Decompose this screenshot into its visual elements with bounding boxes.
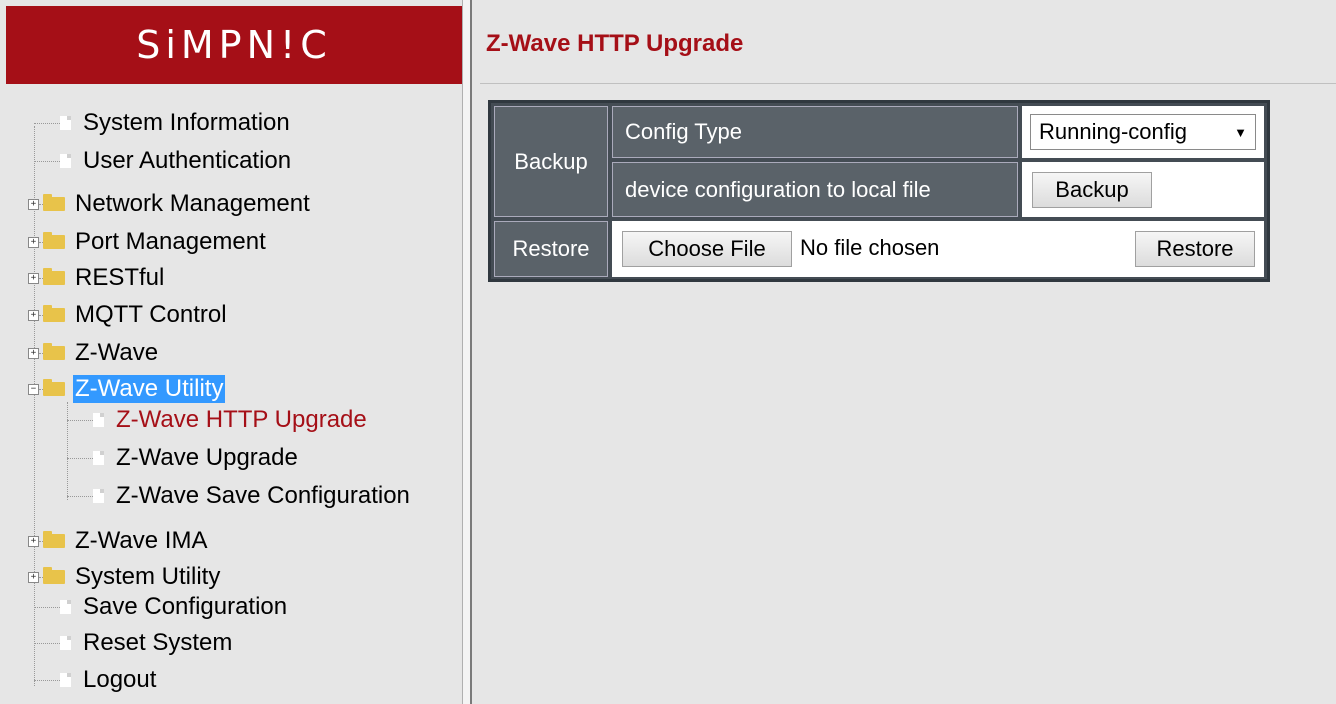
sidebar-item-z-wave-save-configuration[interactable]: Z-Wave Save Configuration [67, 480, 412, 512]
folder-icon [43, 343, 65, 360]
restore-row-header: Restore [494, 221, 608, 277]
page-icon [60, 673, 71, 687]
sidebar-item-label: RESTful [75, 264, 165, 291]
backup-destination-cell: device configuration to local file [612, 162, 1018, 217]
sidebar-item-label: Z-Wave Utility [73, 375, 226, 403]
sidebar-item-label: User Authentication [83, 147, 292, 174]
sidebar-item-mqtt-control[interactable]: + MQTT Control [28, 299, 229, 331]
sidebar-item-reset-system[interactable]: Reset System [34, 627, 234, 659]
main-content: Z-Wave HTTP Upgrade Backup Config Type R… [472, 0, 1336, 704]
restore-button[interactable]: Restore [1135, 231, 1255, 267]
expand-icon[interactable]: + [28, 198, 39, 210]
sidebar-item-label: MQTT Control [75, 301, 227, 328]
restore-label: Restore [512, 236, 590, 261]
collapse-icon[interactable]: − [28, 383, 39, 395]
backup-button[interactable]: Backup [1032, 172, 1152, 208]
expand-icon[interactable]: + [28, 347, 39, 359]
page-icon [60, 636, 71, 650]
expand-icon[interactable]: + [28, 272, 39, 284]
sidebar-item-label: Network Management [75, 190, 310, 217]
backup-label: Backup [514, 148, 588, 174]
config-type-selected: Running-config [1039, 119, 1187, 144]
dropdown-arrow-icon: ▼ [1234, 124, 1247, 140]
folder-icon [43, 305, 65, 322]
sidebar-item-label: System Information [83, 109, 290, 136]
sidebar-item-restful[interactable]: + RESTful [28, 262, 166, 294]
sidebar-item-system-information[interactable]: System Information [34, 107, 292, 139]
sidebar-item-label: Z-Wave Upgrade [116, 444, 298, 471]
page-title: Z-Wave HTTP Upgrade [486, 30, 744, 57]
expand-icon[interactable]: + [28, 535, 39, 547]
folder-icon [43, 194, 65, 211]
folder-icon [43, 567, 65, 584]
restore-controls-cell: Choose File No file chosen Restore [612, 221, 1264, 277]
expand-icon[interactable]: + [28, 236, 39, 248]
file-status-text: No file chosen [800, 235, 940, 260]
sidebar-item-z-wave[interactable]: + Z-Wave [28, 337, 160, 369]
expand-icon[interactable]: + [28, 571, 39, 583]
page-icon [60, 154, 71, 168]
sidebar-item-label: Z-Wave Save Configuration [116, 482, 410, 509]
page-icon [60, 116, 71, 130]
sidebar-item-z-wave-utility[interactable]: − Z-Wave Utility [28, 373, 226, 405]
page-icon [93, 451, 104, 465]
backup-row-header: Backup [494, 106, 608, 217]
upgrade-table: Backup Config Type Running-config ▼ devi… [488, 100, 1270, 282]
folder-icon [43, 531, 65, 548]
frame-divider[interactable] [462, 0, 472, 704]
sidebar-item-label: Port Management [75, 228, 266, 255]
sidebar-item-z-wave-http-upgrade[interactable]: Z-Wave HTTP Upgrade [67, 404, 369, 436]
sidebar-item-label: Z-Wave HTTP Upgrade [116, 406, 367, 433]
sidebar-item-label: System Utility [75, 563, 221, 590]
sidebar-item-label: Z-Wave [75, 339, 159, 366]
sidebar-item-save-configuration[interactable]: Save Configuration [34, 591, 289, 623]
sidebar: SiMPN!C System Information User Authenti… [6, 6, 462, 704]
sidebar-item-label: Z-Wave IMA [75, 527, 208, 554]
backup-button-cell: Backup [1022, 162, 1264, 217]
folder-icon [43, 232, 65, 249]
sidebar-item-network-management[interactable]: + Network Management [28, 188, 312, 220]
page-icon [60, 600, 71, 614]
sidebar-item-system-utility[interactable]: + System Utility [28, 561, 222, 593]
sidebar-item-logout[interactable]: Logout [34, 664, 158, 696]
page-icon [93, 489, 104, 503]
sidebar-item-label: Logout [83, 666, 157, 693]
page-icon [93, 413, 104, 427]
sidebar-item-label: Reset System [83, 629, 233, 656]
sidebar-item-z-wave-ima[interactable]: + Z-Wave IMA [28, 525, 209, 557]
config-type-cell: Config Type [612, 106, 1018, 158]
logo: SiMPN!C [6, 6, 462, 84]
folder-icon [43, 268, 65, 285]
folder-open-icon [43, 379, 65, 396]
sidebar-item-z-wave-upgrade[interactable]: Z-Wave Upgrade [67, 442, 300, 474]
title-divider [480, 83, 1336, 84]
config-type-label: Config Type [625, 119, 743, 144]
sidebar-item-user-authentication[interactable]: User Authentication [34, 145, 293, 177]
choose-file-button[interactable]: Choose File [622, 231, 792, 267]
config-type-value-cell: Running-config ▼ [1022, 106, 1264, 158]
backup-destination-label: device configuration to local file [625, 176, 931, 202]
expand-icon[interactable]: + [28, 309, 39, 321]
sidebar-item-label: Save Configuration [83, 593, 288, 620]
config-type-select[interactable]: Running-config ▼ [1030, 114, 1256, 150]
sidebar-item-port-management[interactable]: + Port Management [28, 226, 268, 258]
